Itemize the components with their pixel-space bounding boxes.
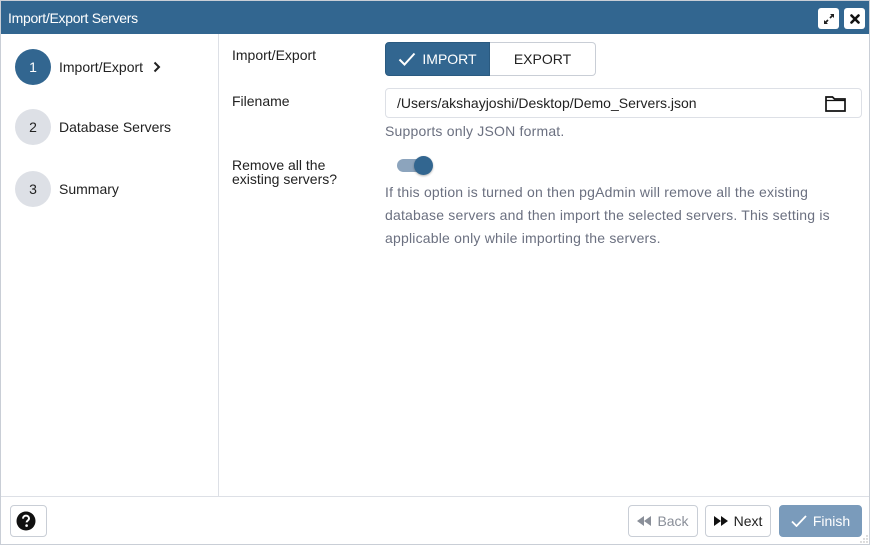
step-number: 3	[15, 171, 51, 207]
remove-existing-label-line2: existing servers?	[232, 171, 338, 187]
export-option-label: EXPORT	[513, 51, 572, 67]
remove-existing-help-line3: applicable only while importing the serv…	[385, 230, 661, 246]
check-icon	[399, 52, 416, 66]
forward-icon	[713, 516, 728, 526]
remove-existing-help-line2: database servers and then import the sel…	[385, 207, 830, 223]
finish-button[interactable]: Finish	[779, 505, 862, 537]
export-option-button[interactable]: EXPORT	[490, 42, 596, 76]
resize-grip-icon[interactable]	[860, 535, 868, 543]
step-number: 1	[15, 49, 51, 85]
wizard-steps-sidebar: 1 Import/Export 2 Database Servers 3 Sum…	[1, 34, 219, 496]
close-icon	[849, 13, 860, 24]
import-export-toggle[interactable]: IMPORT EXPORT	[385, 42, 596, 76]
backward-icon	[637, 516, 652, 526]
step-label: Database Servers	[59, 119, 172, 135]
wizard-content: Import/Export IMPORT EXPORT Filename /Us…	[220, 34, 870, 496]
maximize-button[interactable]	[818, 8, 839, 29]
step-import-export[interactable]: 1 Import/Export	[15, 49, 161, 85]
check-icon	[791, 515, 807, 527]
back-button-label: Back	[657, 513, 689, 529]
next-button[interactable]: Next	[705, 505, 771, 537]
back-button[interactable]: Back	[628, 505, 698, 537]
remove-existing-help-line1: If this option is turned on then pgAdmin…	[385, 184, 809, 200]
filename-value: /Users/akshayjoshi/Desktop/Demo_Servers.…	[397, 95, 697, 111]
dialog-titlebar[interactable]: Import/Export Servers	[1, 1, 869, 34]
next-button-label: Next	[733, 513, 763, 529]
step-label: Import/Export	[59, 59, 144, 75]
close-button[interactable]	[844, 8, 865, 29]
import-export-label: Import/Export	[232, 47, 317, 63]
import-option-label: IMPORT	[422, 51, 477, 67]
folder-icon[interactable]	[825, 95, 846, 115]
import-export-servers-dialog: Import/Export Servers 1 Import/Export 2 …	[0, 0, 870, 545]
import-option-button[interactable]: IMPORT	[385, 42, 490, 76]
remove-existing-switch[interactable]	[395, 154, 433, 176]
step-label: Summary	[59, 181, 119, 197]
filename-input[interactable]: /Users/akshayjoshi/Desktop/Demo_Servers.…	[385, 88, 862, 118]
dialog-title: Import/Export Servers	[8, 10, 138, 26]
filename-help-text: Supports only JSON format.	[385, 123, 565, 139]
finish-button-label: Finish	[812, 513, 851, 529]
filename-label: Filename	[232, 93, 290, 109]
question-circle-icon	[16, 511, 35, 531]
chevron-right-icon	[153, 61, 161, 73]
step-summary[interactable]: 3 Summary	[15, 171, 119, 207]
remove-existing-label-line1: Remove all the	[232, 157, 326, 173]
dialog-footer: Back Next Finish	[1, 496, 869, 544]
switch-thumb	[414, 156, 433, 175]
help-button[interactable]	[10, 505, 47, 537]
step-database-servers[interactable]: 2 Database Servers	[15, 109, 171, 145]
expand-icon	[823, 13, 834, 24]
step-number: 2	[15, 109, 51, 145]
